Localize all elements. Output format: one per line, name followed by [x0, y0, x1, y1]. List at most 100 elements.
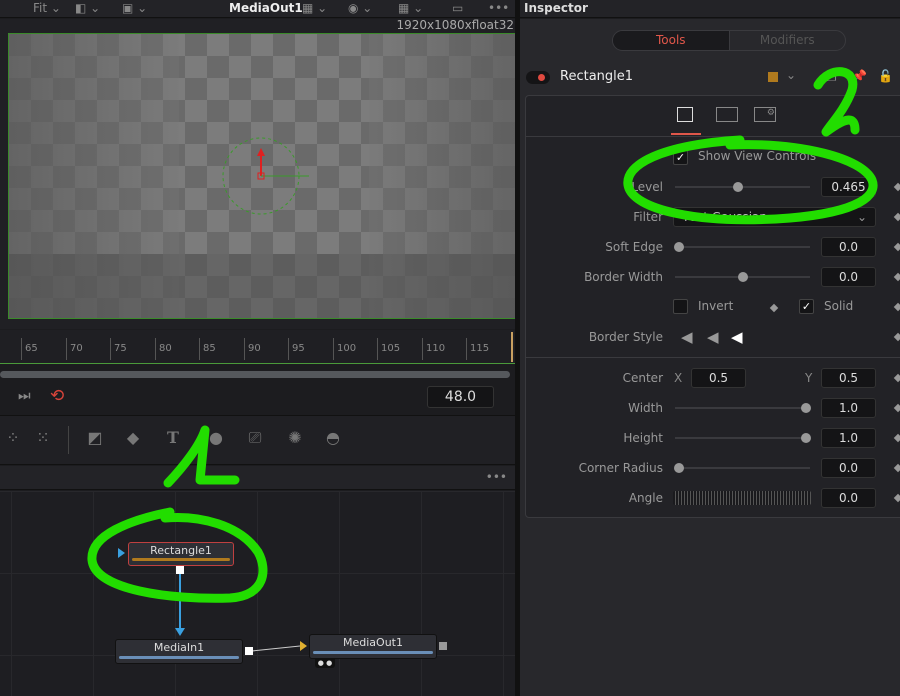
node-color-bar: [132, 558, 230, 561]
soft-edge-label: Soft Edge: [605, 240, 663, 254]
color-channels-icon[interactable]: ◉ ⌄: [348, 1, 372, 15]
tool-enable-toggle[interactable]: [526, 71, 550, 84]
level-field[interactable]: 0.465: [821, 177, 876, 197]
toggle-dot: [538, 74, 545, 81]
center-y-field[interactable]: 0.5: [821, 368, 876, 388]
level-slider[interactable]: [675, 182, 810, 192]
tick-label: 90: [244, 338, 261, 360]
timeline-scrollbar[interactable]: [0, 371, 510, 378]
more-button[interactable]: •••: [488, 1, 509, 15]
transform-gizmo[interactable]: [219, 124, 329, 224]
fit-dropdown[interactable]: Fit ⌄: [33, 1, 61, 15]
text-3d-icon[interactable]: T: [160, 428, 186, 450]
width-field[interactable]: 1.0: [821, 398, 876, 418]
node-mediain1[interactable]: MediaIn1: [115, 639, 243, 664]
border-style-round-icon[interactable]: ◀: [731, 328, 743, 346]
height-field[interactable]: 1.0: [821, 428, 876, 448]
image-plane-3d-icon[interactable]: ◩: [82, 428, 108, 450]
slider-knob[interactable]: [674, 242, 685, 252]
tick-label: 100: [333, 338, 356, 360]
node-mediaout1[interactable]: MediaOut1: [309, 634, 437, 659]
split-view-icon[interactable]: ◧ ⌄: [75, 1, 100, 15]
chevron-down-icon[interactable]: ⌄: [786, 68, 796, 82]
tool-color-swatch[interactable]: [768, 72, 778, 82]
border-style-bevel-icon[interactable]: ◀: [681, 328, 693, 346]
height-label: Height: [623, 431, 663, 445]
tick-label: 70: [66, 338, 83, 360]
center-y-label: Y: [805, 371, 813, 385]
show-view-controls-checkbox[interactable]: ✓: [673, 150, 688, 165]
angle-field[interactable]: 0.0: [821, 488, 876, 508]
viewer-toolbar: Fit ⌄ ◧ ⌄ ▣ ⌄ MediaOut1 ▦ ⌄ ◉ ⌄ ▦ ⌄ ▭ ••…: [0, 0, 515, 18]
viewer-image[interactable]: [8, 33, 516, 319]
chevron-down-icon: ⌄: [856, 210, 867, 224]
tick-label: 85: [199, 338, 216, 360]
tool-name: Rectangle1: [560, 69, 634, 84]
output-port[interactable]: [176, 566, 184, 574]
lock-icon[interactable]: 🔓: [878, 69, 893, 83]
shape-3d-icon[interactable]: ◆: [120, 428, 146, 450]
border-width-field[interactable]: 0.0: [821, 267, 876, 287]
level-label: Level: [631, 180, 663, 194]
version-icon[interactable]: ❐: [826, 70, 837, 84]
angle-label: Angle: [628, 491, 663, 505]
tab-tools[interactable]: Tools: [613, 31, 729, 50]
slider-knob[interactable]: [732, 182, 743, 192]
center-x-field[interactable]: 0.5: [691, 368, 746, 388]
roi-icon[interactable]: ▦ ⌄: [302, 1, 327, 15]
width-slider[interactable]: [675, 403, 811, 413]
filter-dropdown[interactable]: Fast Gaussian ⌄: [673, 207, 876, 227]
particles-icon[interactable]: ⁘: [0, 428, 26, 450]
invert-label: Invert: [698, 299, 734, 313]
divider: [526, 136, 900, 137]
show-view-controls-label: Show View Controls: [698, 149, 817, 163]
end-marker[interactable]: [511, 332, 513, 362]
solid-checkbox[interactable]: ✓: [799, 299, 814, 314]
angle-thumbwheel[interactable]: [673, 491, 811, 505]
soft-edge-field[interactable]: 0.0: [821, 237, 876, 257]
invert-checkbox[interactable]: [673, 299, 688, 314]
particle-emitter-icon[interactable]: ⁙: [30, 428, 56, 450]
more-button[interactable]: •••: [486, 470, 507, 484]
image-tab-icon[interactable]: [716, 107, 738, 122]
input-triangle[interactable]: [300, 641, 307, 651]
merge-3d-icon[interactable]: ●: [203, 428, 229, 450]
tab-modifiers[interactable]: Modifiers: [728, 31, 846, 50]
pin-icon[interactable]: 📌: [852, 69, 867, 83]
tick-label: 115: [466, 338, 489, 360]
tick-label: 65: [21, 338, 38, 360]
border-style-miter-icon[interactable]: ◀: [707, 328, 719, 346]
grid-icon[interactable]: ▦ ⌄: [398, 1, 423, 15]
controls-tab-icon[interactable]: [677, 107, 693, 122]
skip-end-icon[interactable]: ⏭: [18, 388, 31, 404]
node-color-bar: [313, 651, 433, 654]
viewer-indicator[interactable]: ● ●: [315, 659, 335, 668]
slider-knob[interactable]: [800, 403, 811, 413]
lut-icon[interactable]: ▣ ⌄: [122, 1, 147, 15]
current-frame-field[interactable]: 48.0: [427, 386, 494, 408]
input-triangle[interactable]: [118, 548, 125, 558]
node-color-bar: [119, 656, 239, 659]
settings-tab-icon[interactable]: ⚙: [754, 107, 776, 122]
output-port[interactable]: [439, 642, 447, 650]
timeline-ruler[interactable]: 65 70 75 80 85 90 95 100 105 110 115: [0, 330, 515, 364]
light-3d-icon[interactable]: ✺: [282, 428, 308, 450]
border-width-slider[interactable]: [675, 272, 810, 282]
tick-label: 80: [155, 338, 172, 360]
renderer-3d-icon[interactable]: ◓: [320, 428, 346, 450]
slider-knob[interactable]: [737, 272, 748, 282]
inspector-tabs: Tools Modifiers: [612, 30, 846, 51]
corner-radius-slider[interactable]: [674, 463, 810, 473]
height-slider[interactable]: [675, 433, 811, 443]
aspect-icon[interactable]: ▭: [452, 1, 463, 15]
output-port[interactable]: [245, 647, 253, 655]
center-x-label: X: [674, 371, 683, 385]
slider-knob[interactable]: [674, 463, 685, 473]
node-rectangle1[interactable]: Rectangle1: [128, 542, 234, 566]
corner-radius-field[interactable]: 0.0: [821, 458, 876, 478]
loop-icon[interactable]: ⟲: [50, 386, 64, 406]
soft-edge-slider[interactable]: [674, 242, 810, 252]
slider-knob[interactable]: [800, 433, 811, 443]
center-label: Center: [622, 371, 663, 385]
camera-3d-icon[interactable]: ⎚: [242, 428, 268, 450]
